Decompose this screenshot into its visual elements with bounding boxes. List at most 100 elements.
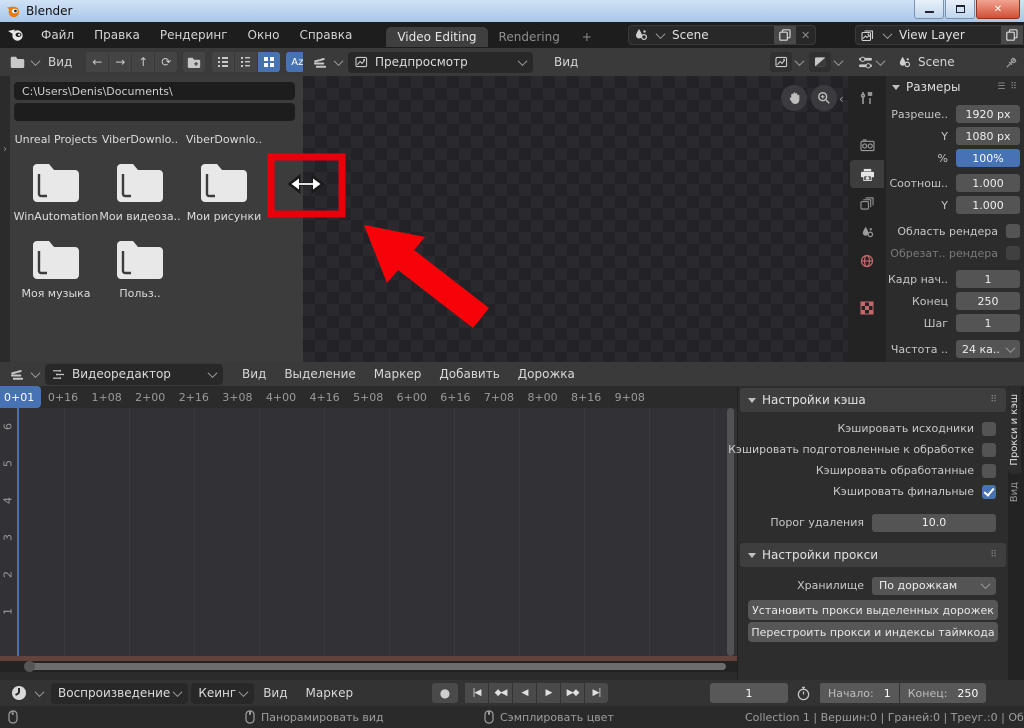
menu-item[interactable]: Дорожка <box>509 367 584 381</box>
nav-button[interactable]: → <box>109 52 131 72</box>
tab-render[interactable] <box>850 131 884 159</box>
folder-item[interactable]: WinAutomation <box>14 160 98 223</box>
nav-button[interactable]: ⟳ <box>155 52 177 72</box>
workspace-tab[interactable]: Video Editing <box>386 27 487 47</box>
menu-item[interactable]: Добавить <box>430 367 508 381</box>
recycle-threshold-field[interactable]: 10.0 <box>872 514 996 532</box>
menu-item[interactable]: Выделение <box>275 367 364 381</box>
crop-region-checkbox[interactable] <box>1006 246 1020 260</box>
folder-item-label[interactable]: ViberDownlo.. <box>182 133 266 146</box>
proxy-panel-header[interactable]: Настройки прокси ⠿ <box>740 543 1006 567</box>
menu-item[interactable]: Правка <box>84 28 150 42</box>
transport-button[interactable]: |◀ <box>465 683 488 703</box>
timeline-ruler[interactable]: 0+01 0+161+082+002+163+084+004+165+086+0… <box>0 386 737 408</box>
cache-checkbox[interactable] <box>982 464 996 478</box>
transport-button[interactable]: ◀ <box>513 683 536 703</box>
transport-button[interactable]: ▶ <box>537 683 560 703</box>
folder-item[interactable]: Польз.. <box>98 237 182 300</box>
current-frame-badge[interactable]: 0+01 <box>0 386 41 408</box>
cache-checkbox[interactable] <box>982 422 996 436</box>
duplicate-view-layer-icon[interactable] <box>1001 26 1023 44</box>
side-panel-tab[interactable]: Вид <box>1008 474 1021 510</box>
folder-item[interactable]: Мои рисунки <box>182 160 266 223</box>
frame-step-field[interactable]: 1 <box>956 314 1020 332</box>
editor-type-sequencer-icon[interactable] <box>309 52 331 72</box>
current-frame-field[interactable]: 1 <box>710 683 788 703</box>
sequencer-track-area[interactable]: 654321 <box>0 408 737 656</box>
tab-output[interactable] <box>850 160 884 188</box>
tab-texture[interactable] <box>850 294 884 322</box>
blender-menu-icon[interactable] <box>8 29 25 42</box>
tab-tool[interactable] <box>850 84 884 112</box>
frame-end-field[interactable]: 250 <box>956 292 1020 310</box>
frame-start-field[interactable]: 1 <box>956 270 1020 288</box>
menu-item[interactable]: Вид <box>254 686 296 700</box>
display-horizontal-list-icon[interactable] <box>235 52 257 72</box>
close-button[interactable]: ✕ <box>976 0 1020 19</box>
toggle-region-arrow[interactable]: › <box>0 76 10 362</box>
dimensions-panel-header[interactable]: Размеры ☰ ⠿ <box>886 76 1024 98</box>
workspace-tab[interactable]: Rendering <box>488 27 571 47</box>
proxy-storage-dropdown[interactable]: По дорожкам <box>872 577 996 595</box>
display-channels-color-icon[interactable] <box>770 52 792 72</box>
duplicate-scene-icon[interactable] <box>774 26 796 44</box>
proxy-action-button[interactable]: Установить прокси выделенных дорожек <box>748 600 998 620</box>
record-button[interactable]: ● <box>432 683 458 703</box>
folder-item-label[interactable]: Unreal Projects <box>14 133 98 146</box>
zoom-icon[interactable] <box>811 85 837 111</box>
minimize-button[interactable] <box>914 0 944 19</box>
aspect-x-field[interactable]: 1.000 <box>956 174 1020 192</box>
editor-type-timeline-icon[interactable] <box>6 683 32 703</box>
preview-mode-dropdown[interactable]: Предпросмотр <box>348 52 533 73</box>
preview-view-menu[interactable]: Вид <box>545 55 587 69</box>
file-name-input[interactable] <box>14 103 295 121</box>
scene-selector[interactable]: Scene ✕ <box>628 25 816 45</box>
preview-canvas[interactable] <box>303 76 848 362</box>
menu-item[interactable]: Рендеринг <box>150 28 238 42</box>
transport-button[interactable]: ▶◆ <box>561 683 584 703</box>
directory-path-input[interactable]: C:\Users\Denis\Documents\ <box>14 82 295 100</box>
collapse-toolbar-arrow[interactable]: ‹ <box>839 92 844 106</box>
overlay-toggle-icon[interactable] <box>809 52 831 72</box>
transport-button[interactable]: ▶| <box>585 683 608 703</box>
render-region-checkbox[interactable] <box>1006 224 1020 238</box>
horizontal-scrollbar[interactable] <box>0 661 737 672</box>
side-panel-tab[interactable]: Прокси и кэш <box>1008 386 1021 474</box>
folder-item[interactable]: Мои видеоза.. <box>98 160 182 223</box>
cache-checkbox[interactable] <box>982 485 996 499</box>
editor-type-sequencer-icon[interactable] <box>6 364 28 384</box>
cache-panel-header[interactable]: Настройки кэша ⠿ <box>740 388 1006 412</box>
menu-item[interactable]: Справка <box>289 28 362 42</box>
presets-icon[interactable]: ☰ <box>997 82 1006 92</box>
menu-item[interactable]: Маркер <box>365 367 431 381</box>
start-frame-field[interactable]: Начало:1 <box>820 683 899 703</box>
editor-type-properties-icon[interactable] <box>858 56 873 69</box>
unlink-scene-icon[interactable]: ✕ <box>796 29 815 42</box>
menu-item[interactable]: Файл <box>31 28 84 42</box>
fps-dropdown[interactable]: 24 ка.. <box>956 340 1020 358</box>
pan-hand-icon[interactable] <box>781 85 807 111</box>
tab-scene[interactable] <box>850 218 884 246</box>
tab-view-layer[interactable] <box>850 189 884 217</box>
create-folder-icon[interactable] <box>183 52 205 72</box>
editor-type-folder-icon[interactable] <box>6 52 28 72</box>
auto-keyframe-stopwatch-icon[interactable] <box>796 686 811 701</box>
file-browser-view-menu[interactable]: Вид <box>39 55 81 69</box>
sequencer-editor-dropdown[interactable]: Видеоредактор <box>45 364 223 385</box>
display-vertical-list-icon[interactable] <box>212 52 234 72</box>
nav-button[interactable]: ↑ <box>132 52 154 72</box>
resolution-percent-slider[interactable]: 100% <box>956 149 1020 167</box>
resolution-x-field[interactable]: 1920 px <box>956 105 1020 123</box>
folder-item-label[interactable]: ViberDownlo.. <box>98 133 182 146</box>
end-frame-field[interactable]: Конец:250 <box>900 683 987 703</box>
maximize-button[interactable] <box>945 0 975 19</box>
transport-button[interactable]: ◆◀ <box>489 683 512 703</box>
menu-item[interactable]: Маркер <box>297 686 363 700</box>
pin-icon[interactable] <box>1005 56 1018 69</box>
menu-item[interactable]: Окно <box>238 28 290 42</box>
view-layer-selector[interactable]: View Layer ✕ <box>855 25 1024 45</box>
display-thumbnails-icon[interactable] <box>258 52 280 72</box>
add-workspace-button[interactable]: + <box>571 27 603 47</box>
cache-checkbox[interactable] <box>982 443 996 457</box>
keying-menu[interactable]: Кеинг <box>191 683 254 704</box>
